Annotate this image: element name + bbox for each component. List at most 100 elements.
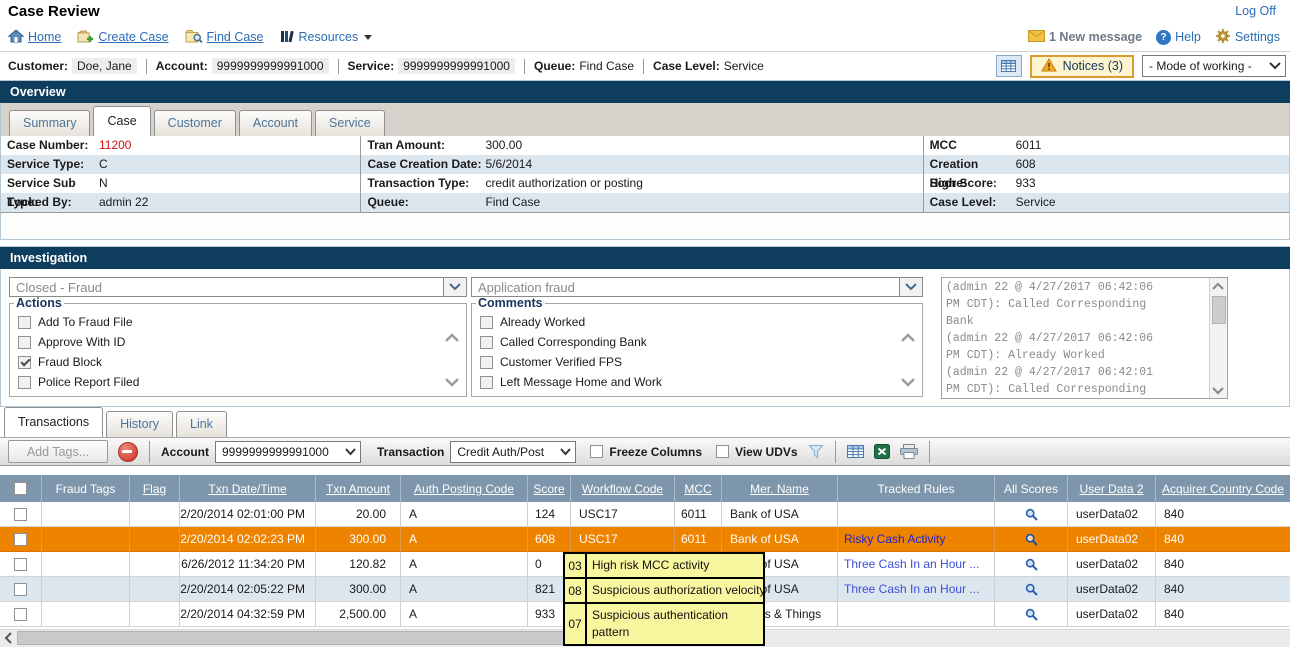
all-scores-magnifier-icon[interactable] [1025,608,1038,621]
col-header-txn-amount[interactable]: Txn Amount [316,475,401,502]
tab-service[interactable]: Service [315,110,385,136]
log-scrollbar[interactable] [1209,278,1227,398]
account-select[interactable]: 9999999999991000 [215,441,361,463]
select-all-checkbox[interactable] [14,482,27,495]
checkbox[interactable] [18,376,31,389]
tab-history[interactable]: History [106,411,173,437]
view-udvs-checkbox[interactable] [716,445,729,458]
nav-home[interactable]: Home [8,29,61,46]
checkbox[interactable] [480,396,493,398]
tab-summary[interactable]: Summary [9,110,90,136]
checkbox[interactable] [480,356,493,369]
action-checkbox-item-partial[interactable] [18,394,466,397]
checkbox[interactable] [480,316,493,329]
settings-label[interactable]: Settings [1235,30,1280,44]
row-checkbox[interactable] [14,608,27,621]
col-header-user-data-2[interactable]: User Data 2 [1068,475,1156,502]
col-header-acquirer-country-code[interactable]: Acquirer Country Code [1156,475,1290,502]
comment-checkbox-item[interactable]: Already Worked [480,314,922,330]
tracked-rule-link[interactable]: Three Cash In an Hour ... [844,557,979,571]
col-header-txn-date[interactable]: Txn Date/Time [180,475,316,502]
tab-case[interactable]: Case [93,106,150,136]
tab-customer[interactable]: Customer [154,110,236,136]
checkbox[interactable] [480,376,493,389]
mode-of-working-select[interactable]: - Mode of working - [1142,55,1286,77]
transaction-row[interactable]: 2/20/2014 02:01:00 PM 20.00 A 124 USC17 … [0,502,1290,527]
nav-create-case-label[interactable]: Create Case [98,30,168,44]
col-header-score[interactable]: Score [528,475,571,502]
nav-create-case[interactable]: Create Case [77,29,168,46]
row-checkbox[interactable] [14,508,27,521]
row-checkbox[interactable] [14,583,27,596]
filter-icon[interactable] [808,444,824,459]
action-checkbox-item[interactable]: Fraud Block [18,354,466,370]
case-level-label: Case Level: [653,59,720,73]
freeze-columns-checkbox[interactable] [590,445,603,458]
tab-account[interactable]: Account [239,110,312,136]
tab-transactions[interactable]: Transactions [4,407,103,437]
no-entry-icon[interactable] [118,442,138,462]
nav-find-case[interactable]: Find Case [185,29,264,46]
notices-button[interactable]: Notices (3) [1030,55,1134,78]
tracked-rule-link[interactable]: Three Cash In an Hour ... [844,582,979,596]
add-tags-button[interactable]: Add Tags... [8,440,108,463]
col-header-flag[interactable]: Flag [130,475,180,502]
transaction-select[interactable]: Credit Auth/Post [450,441,576,463]
scroll-up-icon[interactable] [900,332,916,346]
scrollbar-thumb[interactable] [1212,296,1226,324]
checkbox[interactable] [18,316,31,329]
nav-resources[interactable]: Resources [280,29,373,46]
freeze-columns-checkbox-item[interactable]: Freeze Columns [590,445,702,459]
grid-view-icon[interactable] [847,445,864,458]
field-label: Case Creation Date: [361,155,483,174]
help-label[interactable]: Help [1175,30,1201,44]
action-checkbox-item[interactable]: Police Report Filed [18,374,466,390]
comment-checkbox-item[interactable]: Called Corresponding Bank [480,334,922,350]
scroll-down-icon[interactable] [1210,382,1226,398]
scroll-down-icon[interactable] [444,376,460,390]
all-scores-magnifier-icon[interactable] [1025,583,1038,596]
cell-txn-date: 6/26/2012 11:34:20 PM [180,552,316,577]
tab-link[interactable]: Link [176,411,227,437]
print-icon[interactable] [900,444,918,459]
comment-checkbox-item[interactable]: Left Message Home and Work [480,374,922,390]
cell-flag [130,502,180,527]
tracked-rule-link[interactable]: Risky Cash Activity [844,532,945,546]
nav-home-label[interactable]: Home [28,30,61,44]
col-header-mer-name[interactable]: Mer. Name [722,475,838,502]
scrollbar-thumb[interactable] [17,631,587,645]
col-header-auth-posting-code[interactable]: Auth Posting Code [401,475,528,502]
row-checkbox[interactable] [14,533,27,546]
log-off-link[interactable]: Log Off [1235,4,1276,18]
nav-help[interactable]: ? Help [1156,30,1201,45]
cell-user-data-2: userData02 [1068,602,1156,627]
scroll-left-icon[interactable] [0,630,17,646]
comment-checkbox-item-partial[interactable] [480,394,922,397]
col-header-mcc[interactable]: MCC [675,475,722,502]
all-scores-magnifier-icon[interactable] [1025,558,1038,571]
nav-find-case-label[interactable]: Find Case [207,30,264,44]
checkbox[interactable] [18,356,31,369]
action-checkbox-item[interactable]: Add To Fraud File [18,314,466,330]
col-header-workflow-code[interactable]: Workflow Code [571,475,675,502]
nav-resources-label[interactable]: Resources [299,30,359,44]
export-excel-icon[interactable] [874,444,890,459]
action-checkbox-item[interactable]: Approve With ID [18,334,466,350]
row-checkbox[interactable] [14,558,27,571]
all-scores-magnifier-icon[interactable] [1025,508,1038,521]
scroll-up-icon[interactable] [1210,278,1226,294]
checkbox[interactable] [18,336,31,349]
new-message-indicator[interactable]: 1 New message [1028,30,1142,45]
status-select[interactable]: Closed - Fraud [9,277,467,297]
transaction-row-selected[interactable]: 2/20/2014 02:02:23 PM 300.00 A 608 USC17… [0,527,1290,552]
scroll-up-icon[interactable] [444,332,460,346]
checkbox[interactable] [18,396,31,398]
grid-view-icon[interactable] [996,55,1022,77]
scroll-down-icon[interactable] [900,376,916,390]
comment-checkbox-item[interactable]: Customer Verified FPS [480,354,922,370]
checkbox[interactable] [480,336,493,349]
fraud-type-select[interactable]: Application fraud [471,277,923,297]
nav-settings[interactable]: Settings [1215,28,1280,47]
view-udvs-checkbox-item[interactable]: View UDVs [716,445,797,459]
all-scores-magnifier-icon[interactable] [1025,533,1038,546]
